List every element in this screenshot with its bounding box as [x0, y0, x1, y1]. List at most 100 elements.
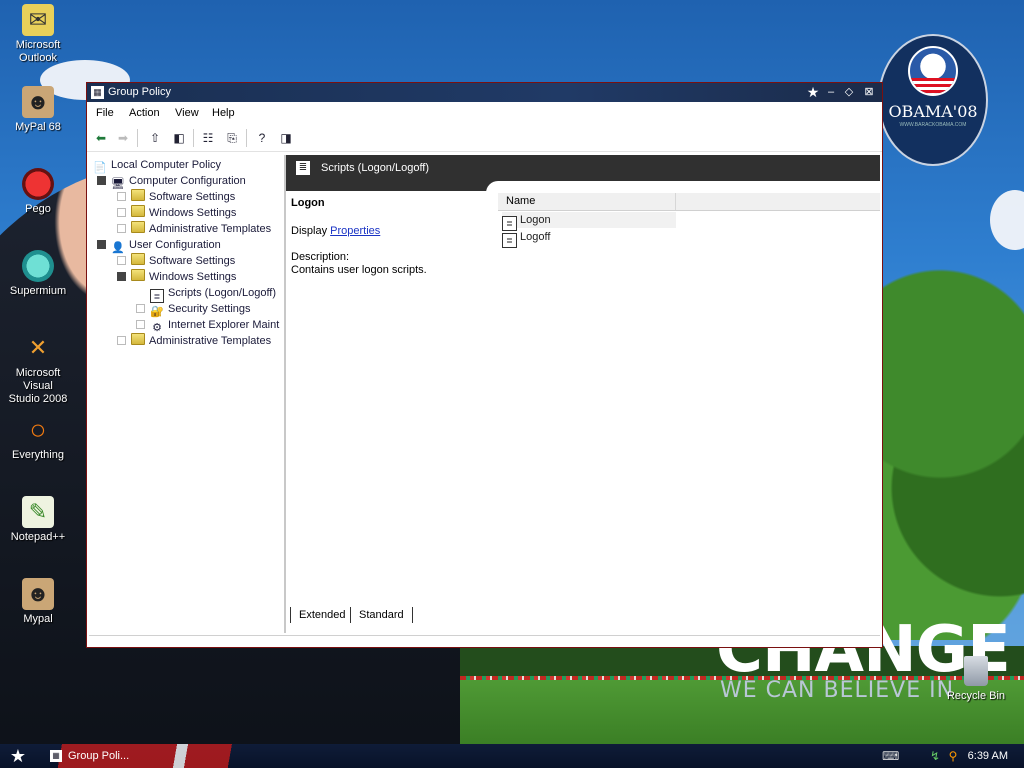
group-policy-app-icon: ▦ [91, 86, 104, 99]
column-header-name[interactable]: Name [498, 193, 676, 210]
tree-item-ie-maintenance[interactable]: ⚙ Internet Explorer Maint [136, 317, 279, 334]
properties-icon[interactable]: ☷ [200, 130, 216, 146]
help-icon[interactable]: ? [254, 130, 270, 146]
tree-item-computer-configuration[interactable]: 🖥 Computer Configuration [97, 173, 246, 190]
wallpaper-cloud [990, 190, 1024, 250]
desktop-icon-recycle-bin[interactable]: Recycle Bin [944, 656, 1008, 702]
selected-item-title: Logon [291, 197, 325, 209]
back-arrow-icon[interactable]: ⬅ [93, 130, 109, 146]
collapse-toggle[interactable] [97, 176, 106, 185]
tree-item-label: Windows Settings [149, 271, 237, 283]
desktop-icon-supermium[interactable]: Supermium [0, 250, 76, 298]
show-hide-action-pane-icon[interactable]: ◨ [278, 130, 294, 146]
tree-item-label: User Configuration [129, 239, 221, 251]
desktop-icon-mypal[interactable]: ☻ Mypal [0, 578, 76, 626]
start-button[interactable]: ★ [6, 746, 30, 766]
obama-logo: OBAMA'08 WWW.BARACKOBAMA.COM [878, 34, 988, 166]
tree-item-security-settings[interactable]: 🔐 Security Settings [136, 301, 251, 318]
menu-file[interactable]: File [91, 103, 119, 123]
pego-icon [22, 168, 54, 200]
expand-toggle[interactable] [117, 192, 126, 201]
tree-item-software-settings[interactable]: Software Settings [117, 189, 235, 205]
list-item-logon[interactable]: ≣ Logon [502, 212, 676, 231]
outlook-icon: ✉ [22, 4, 54, 36]
status-bar [89, 635, 880, 646]
everything-icon: ○ [29, 414, 47, 445]
tab-standard[interactable]: Standard [350, 607, 413, 623]
minimize-button[interactable]: – [824, 85, 838, 99]
search-icon[interactable]: ⚲ [946, 749, 960, 763]
desktop-icon-label: Supermium [9, 285, 67, 297]
toolbar-separator [137, 129, 138, 147]
expand-toggle[interactable] [117, 336, 126, 345]
tree-item-software-settings[interactable]: Software Settings [117, 253, 235, 269]
desktop-icon-everything[interactable]: ○ Everything [0, 414, 76, 462]
tree-item-administrative-templates[interactable]: Administrative Templates [117, 333, 271, 349]
desktop-icon-mypal68[interactable]: ☻ MyPal 68 [0, 86, 76, 134]
view-tabs: Extended Standard [286, 605, 880, 627]
up-folder-icon[interactable]: ⇧ [147, 130, 163, 146]
menu-help[interactable]: Help [207, 103, 240, 123]
expand-toggle[interactable] [136, 304, 145, 313]
tree-item-user-configuration[interactable]: 👤 User Configuration [97, 237, 221, 254]
network-icon[interactable]: ↯ [928, 749, 942, 763]
maximize-button[interactable]: ◇ [842, 85, 856, 99]
tree-item-scripts[interactable]: ≣ Scripts (Logon/Logoff) [150, 285, 277, 303]
collapse-toggle[interactable] [117, 272, 126, 281]
desktop-icon-outlook[interactable]: ✉ Microsoft Outlook [0, 4, 76, 65]
title-bar[interactable]: ▦ Group Policy ★ – ◇ ⊠ [87, 83, 882, 102]
list-item-label: Logon [520, 214, 551, 226]
collapse-toggle[interactable] [97, 240, 106, 249]
desktop-icon-label: Microsoft Visual Studio 2008 [8, 367, 68, 405]
tree-item-label: Security Settings [168, 303, 251, 315]
visual-studio-icon: ✕ [28, 335, 48, 360]
desktop-icon-visual-studio[interactable]: ✕ Microsoft Visual Studio 2008 [0, 332, 76, 406]
folder-icon [131, 189, 145, 201]
expand-toggle[interactable] [136, 320, 145, 329]
tree-item-label: Administrative Templates [149, 335, 272, 347]
list-item-logoff[interactable]: ≣ Logoff [502, 229, 551, 248]
tree-item-label: Scripts (Logon/Logoff) [168, 287, 277, 299]
folder-icon [131, 221, 145, 233]
clock[interactable]: 6:39 AM [968, 744, 1008, 768]
tree-item-label: Software Settings [149, 191, 236, 203]
tab-extended[interactable]: Extended [290, 607, 353, 623]
tree-item-windows-settings[interactable]: Windows Settings [117, 205, 236, 221]
folder-icon [131, 253, 145, 265]
show-hide-tree-icon[interactable]: ◧ [171, 130, 187, 146]
display-properties: Display Properties [291, 225, 380, 237]
tree-item-local-computer-policy[interactable]: 📄 Local Computer Policy [93, 157, 221, 174]
tree-item-administrative-templates[interactable]: Administrative Templates [117, 221, 271, 237]
taskbar-button-label: Group Poli... [68, 750, 130, 762]
list-header: Name [498, 193, 880, 211]
group-policy-window: ▦ Group Policy ★ – ◇ ⊠ File Action View … [86, 82, 883, 648]
obama-logo-sub: WWW.BARACKOBAMA.COM [899, 122, 967, 128]
export-list-icon[interactable]: ⎘ [224, 130, 240, 146]
expand-toggle[interactable] [117, 208, 126, 217]
list-item-label: Logoff [520, 231, 551, 243]
tree-item-label: Administrative Templates [149, 223, 272, 235]
description-panel: Logon Display Properties Description: Co… [286, 191, 491, 611]
desktop-icon-notepadpp[interactable]: ✎ Notepad++ [0, 496, 76, 544]
expand-toggle[interactable] [117, 224, 126, 233]
close-button[interactable]: ⊠ [862, 85, 876, 99]
desktop-icon-label: Everything [12, 449, 64, 461]
toolbar-separator [193, 129, 194, 147]
desktop-icon-label: Mypal [23, 613, 53, 625]
taskbar-button-group-policy[interactable]: ▦ Group Poli... [48, 747, 198, 765]
star-icon[interactable]: ★ [806, 85, 820, 99]
menu-view[interactable]: View [170, 103, 204, 123]
expand-toggle[interactable] [117, 256, 126, 265]
forward-arrow-icon[interactable]: ➡ [115, 130, 131, 146]
script-icon: ≣ [502, 233, 517, 248]
tree-item-windows-settings[interactable]: Windows Settings [117, 269, 236, 285]
desktop-icon-pego[interactable]: Pego [0, 168, 76, 216]
display-prefix: Display [291, 225, 328, 237]
wallpaper-trees [860, 260, 1024, 640]
menu-bar: File Action View Help [87, 103, 882, 123]
properties-link[interactable]: Properties [330, 225, 380, 237]
taskbar: ★ ▦ Group Poli... ⌨ ↯ ⚲ 6:39 AM [0, 744, 1024, 768]
menu-action[interactable]: Action [124, 103, 165, 123]
keyboard-icon[interactable]: ⌨ [882, 749, 899, 763]
console-tree: 📄 Local Computer Policy 🖥 Computer Configu… [89, 155, 286, 633]
